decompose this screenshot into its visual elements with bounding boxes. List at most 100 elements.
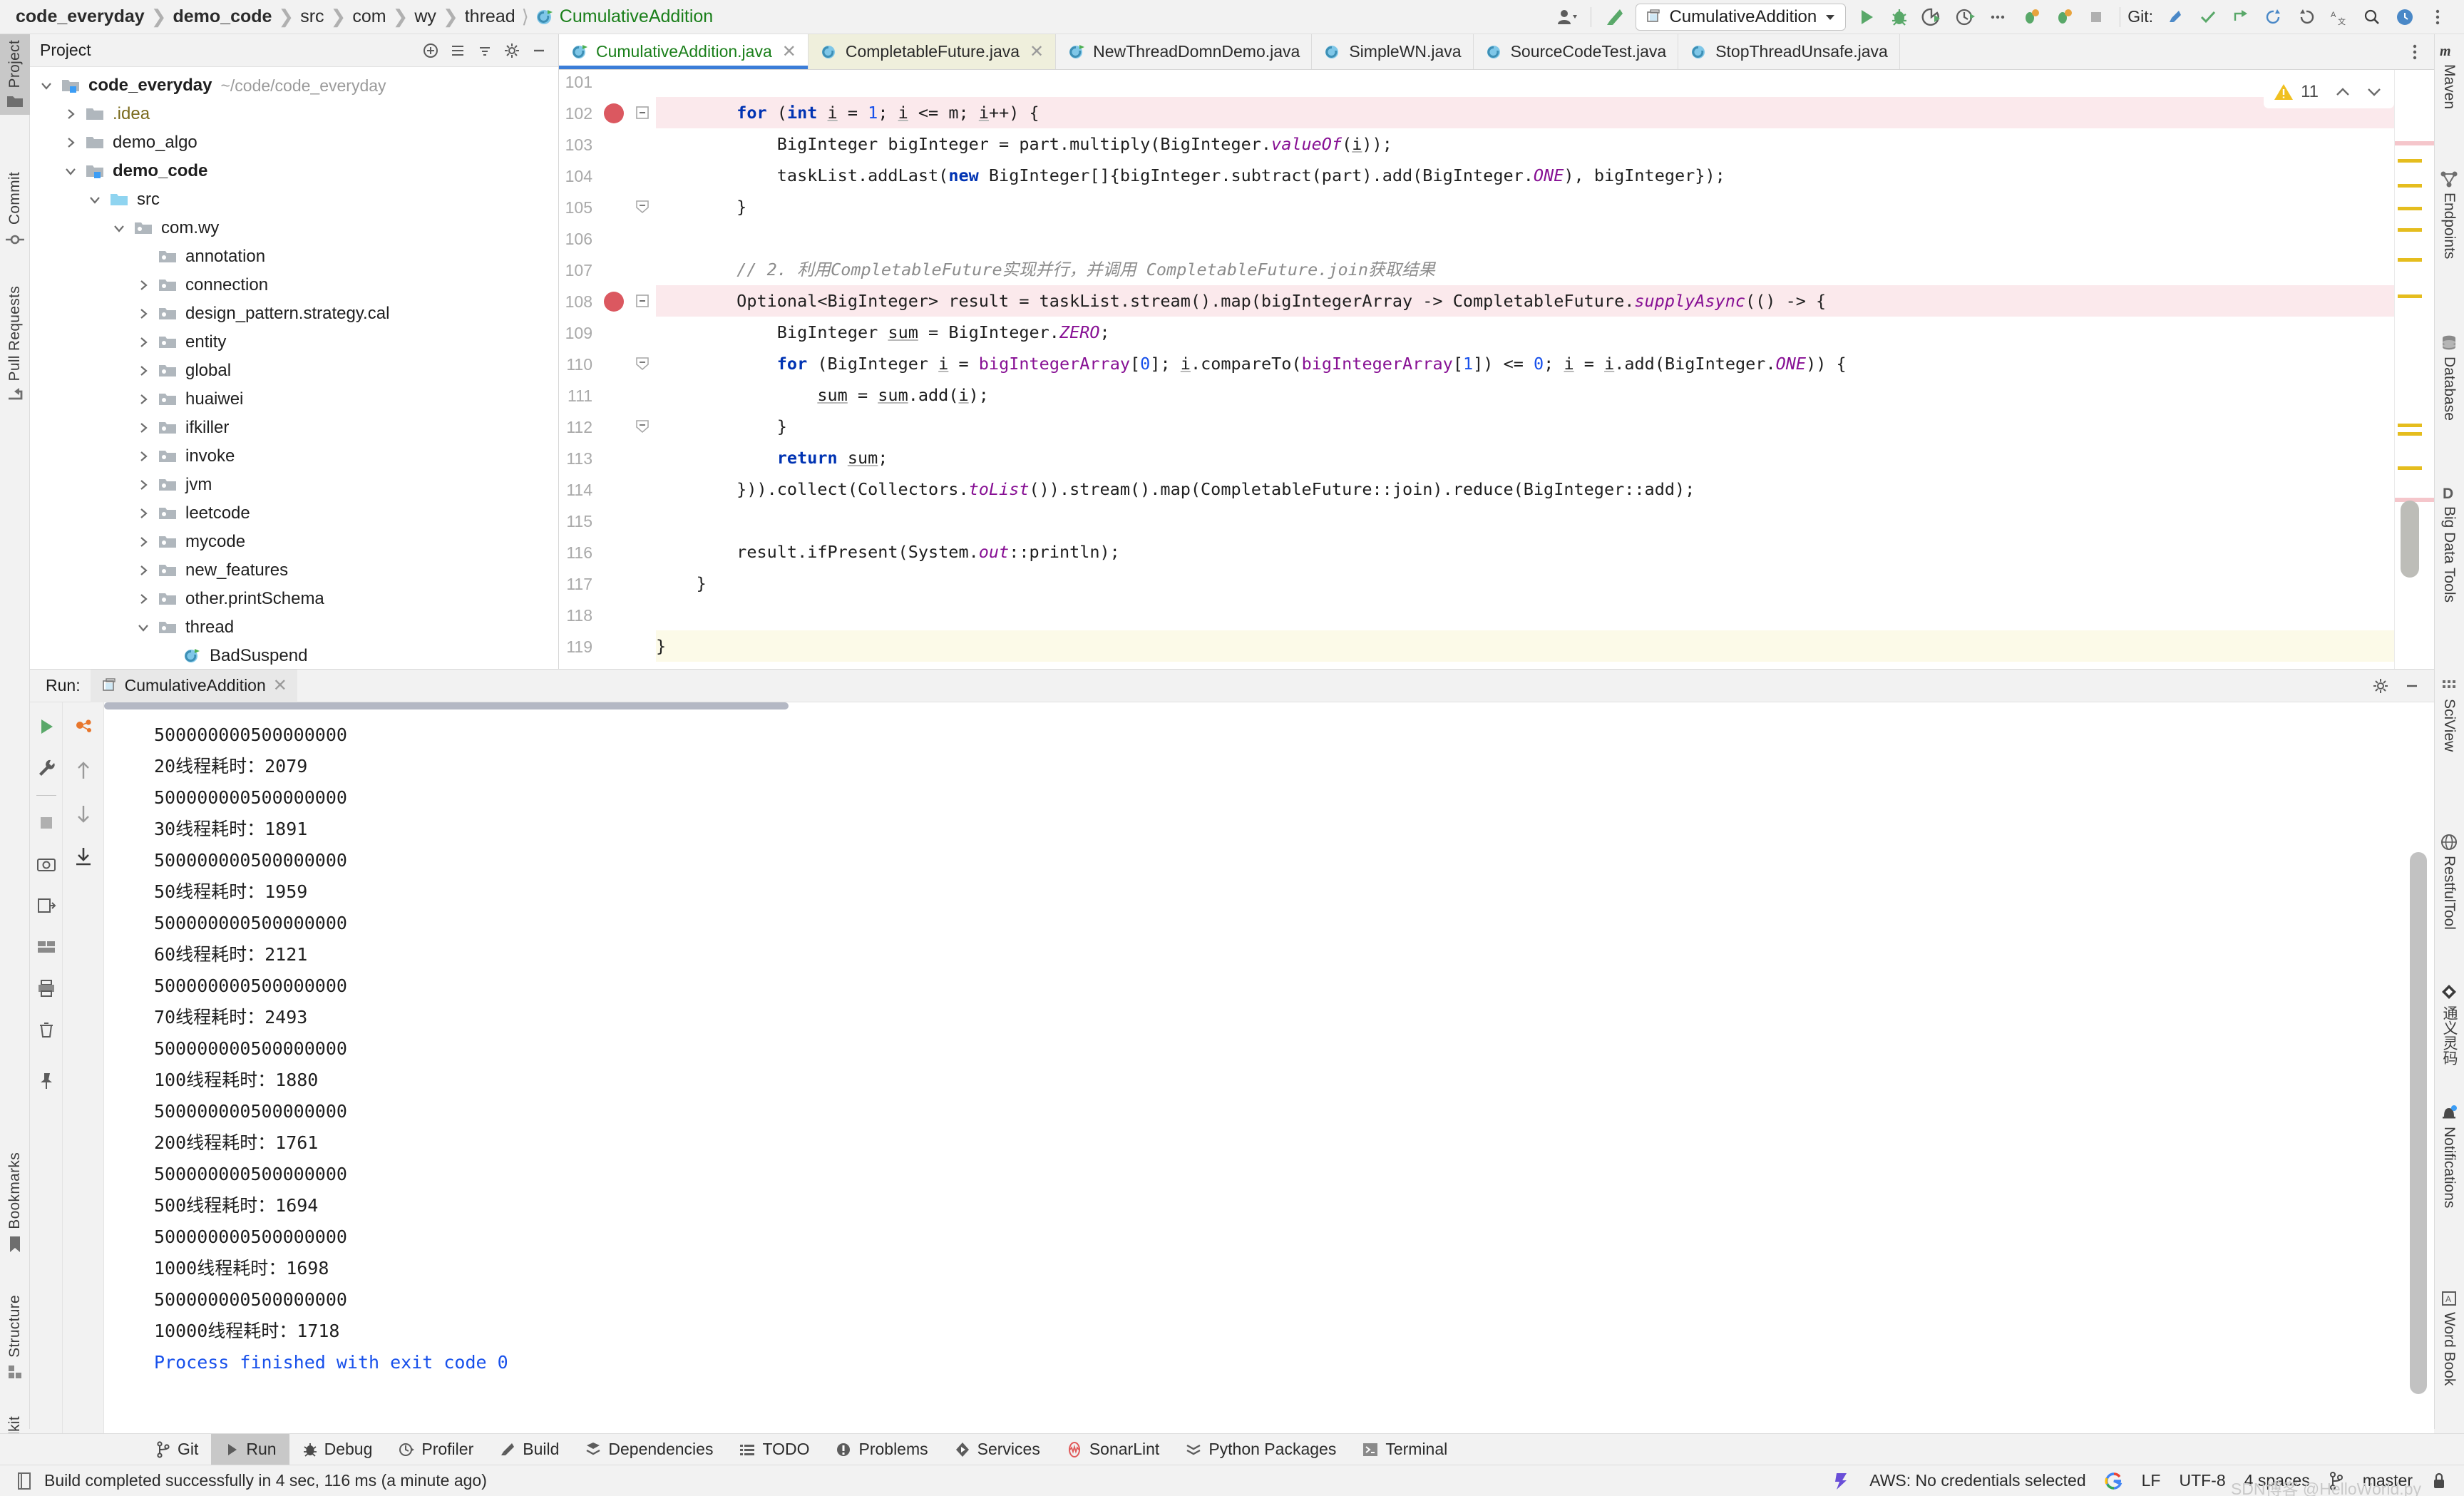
bottom-tab-terminal[interactable]: Terminal (1349, 1434, 1460, 1465)
chevron-down-icon[interactable] (58, 164, 83, 178)
chevron-down-icon[interactable] (131, 620, 155, 635)
rail-item-通义灵码[interactable]: 通义灵码 (2434, 983, 2464, 1065)
code-fold-toggle[interactable] (635, 419, 650, 434)
tree-node-invoke[interactable]: invoke (30, 442, 558, 471)
editor-fold-column[interactable] (630, 70, 656, 669)
tree-node-mycode[interactable]: mycode (30, 528, 558, 556)
rail-item-big-data-tools[interactable]: DBig Data Tools (2434, 483, 2464, 603)
chevron-right-icon[interactable] (131, 335, 155, 349)
code-line-107[interactable]: // 2. 利用CompletableFuture实现并行，并调用 Comple… (656, 254, 2434, 285)
chevron-right-icon[interactable] (131, 278, 155, 292)
code-line-104[interactable]: taskList.addLast(new BigInteger[]{bigInt… (656, 160, 2434, 191)
code-line-105[interactable]: } (656, 191, 2434, 222)
editor-code-area[interactable]: 1011021031041051061071081091101111121131… (559, 70, 2434, 669)
tree-node-src[interactable]: src (30, 185, 558, 214)
trash-icon[interactable] (32, 1015, 61, 1044)
console-output[interactable]: 50000000050000000020线程耗时：207950000000050… (104, 702, 2434, 1434)
code-line-109[interactable]: BigInteger sum = BigInteger.ZERO; (656, 317, 2434, 348)
tree-node-code_everyday[interactable]: code_everyday~/code/code_everyday (30, 71, 558, 100)
bottom-tab-dependencies[interactable]: Dependencies (572, 1434, 726, 1465)
more-icon[interactable] (2396, 34, 2434, 69)
more-run-icon[interactable] (1981, 3, 2014, 31)
settings-icon[interactable] (2388, 3, 2421, 31)
check-icon[interactable] (2192, 3, 2224, 31)
status-bar-line-separator[interactable]: LF (2142, 1471, 2161, 1490)
more-icon[interactable] (2421, 3, 2454, 31)
bottom-tab-run[interactable]: Run (211, 1434, 289, 1465)
chevron-right-icon[interactable] (58, 135, 83, 150)
hide-icon[interactable] (525, 38, 553, 63)
bottom-tab-python-packages[interactable]: Python Packages (1172, 1434, 1349, 1465)
chevron-right-icon[interactable] (58, 107, 83, 121)
camera-icon[interactable] (32, 850, 61, 878)
code-line-113[interactable]: return sum; (656, 442, 2434, 473)
chevron-down-icon[interactable] (107, 221, 131, 235)
stop-icon[interactable] (2080, 3, 2113, 31)
inspection-widget[interactable]: 11 (2264, 76, 2394, 108)
code-line-116[interactable]: result.ifPresent(System.out::println); (656, 536, 2434, 568)
scroll-to-end-icon[interactable] (69, 842, 98, 871)
chevron-right-icon[interactable] (131, 563, 155, 578)
tree-node-BadSuspend[interactable]: BadSuspend (30, 642, 558, 667)
expand-icon[interactable] (417, 38, 444, 63)
breakpoint-marker[interactable] (604, 103, 624, 123)
debug-icon[interactable] (1883, 3, 1916, 31)
tree-node-global[interactable]: global (30, 357, 558, 385)
pin-icon[interactable] (32, 1067, 61, 1095)
push-icon[interactable] (2224, 3, 2257, 31)
tree-node-connection[interactable]: connection (30, 271, 558, 299)
run-extra-1-icon[interactable] (2014, 3, 2047, 31)
breadcrumb-item-src[interactable]: src (300, 6, 324, 27)
rail-item-sciview[interactable]: SciView (2434, 676, 2464, 752)
locate-icon[interactable] (471, 38, 498, 63)
close-icon[interactable]: ✕ (273, 675, 287, 696)
down-arrow-icon[interactable] (69, 799, 98, 828)
bottom-tab-git[interactable]: Git (143, 1434, 211, 1465)
tree-node-jvm[interactable]: jvm (30, 471, 558, 499)
rail-item-pull-requests[interactable]: Pull Requests (0, 280, 30, 411)
code-fold-toggle[interactable] (635, 356, 650, 372)
code-line-102[interactable]: for (int i = 1; i <= m; i++) { (656, 97, 2434, 128)
build-log-icon[interactable] (16, 1471, 34, 1491)
editor-marker-bar[interactable] (2394, 70, 2434, 669)
tree-node-.idea[interactable]: .idea (30, 100, 558, 128)
chevron-down-icon[interactable] (83, 193, 107, 207)
run-extra-2-icon[interactable] (2047, 3, 2080, 31)
rail-item-endpoints[interactable]: Endpoints (2434, 170, 2464, 259)
chevron-right-icon[interactable] (131, 506, 155, 521)
code-line-112[interactable]: } (656, 411, 2434, 442)
breadcrumb-current-file[interactable]: CumulativeAddition (560, 6, 713, 27)
editor-tab-StopThreadUnsafe[interactable]: StopThreadUnsafe.java (1678, 34, 1900, 69)
code-line-106[interactable] (656, 222, 2434, 254)
code-fold-toggle[interactable] (635, 105, 650, 121)
rail-item-bookmarks[interactable]: Bookmarks (0, 1147, 30, 1259)
aws-icon[interactable] (1831, 1471, 1851, 1491)
code-line-108[interactable]: Optional<BigInteger> result = taskList.s… (656, 285, 2434, 317)
collapse-all-icon[interactable] (444, 38, 471, 63)
chevron-right-icon[interactable] (131, 421, 155, 435)
editor-gutter[interactable]: 1011021031041051061071081091101111121131… (559, 70, 630, 669)
chevron-right-icon[interactable] (131, 478, 155, 492)
run-session-tab[interactable]: CumulativeAddition ✕ (91, 670, 297, 702)
breakpoint-marker[interactable] (604, 292, 624, 312)
user-avatar-icon[interactable] (1551, 3, 1583, 31)
editor-code-lines[interactable]: for (int i = 1; i <= m; i++) { BigIntege… (656, 70, 2434, 669)
tree-node-huaiwei[interactable]: huaiwei (30, 385, 558, 414)
history-icon[interactable] (2290, 3, 2323, 31)
console-vertical-scrollbar[interactable] (2410, 852, 2427, 1394)
stop-icon[interactable] (32, 809, 61, 837)
rail-item-notifications[interactable]: Notifications (2434, 1104, 2464, 1208)
run-with-coverage-icon[interactable] (1916, 3, 1949, 31)
bottom-tab-services[interactable]: Services (941, 1434, 1053, 1465)
tree-node-thread[interactable]: thread (30, 613, 558, 642)
bottom-tab-build[interactable]: Build (486, 1434, 572, 1465)
code-line-119[interactable]: } (656, 630, 2434, 662)
chevron-down-icon[interactable] (34, 78, 58, 93)
status-bar-branch[interactable]: master (2363, 1471, 2413, 1490)
filter-icon[interactable] (69, 714, 98, 742)
tree-node-leetcode[interactable]: leetcode (30, 499, 558, 528)
tree-node-demo_code[interactable]: demo_code (30, 157, 558, 185)
chevron-right-icon[interactable] (131, 364, 155, 378)
tree-node-demo_algo[interactable]: demo_algo (30, 128, 558, 157)
status-bar-encoding[interactable]: UTF-8 (2179, 1471, 2225, 1490)
